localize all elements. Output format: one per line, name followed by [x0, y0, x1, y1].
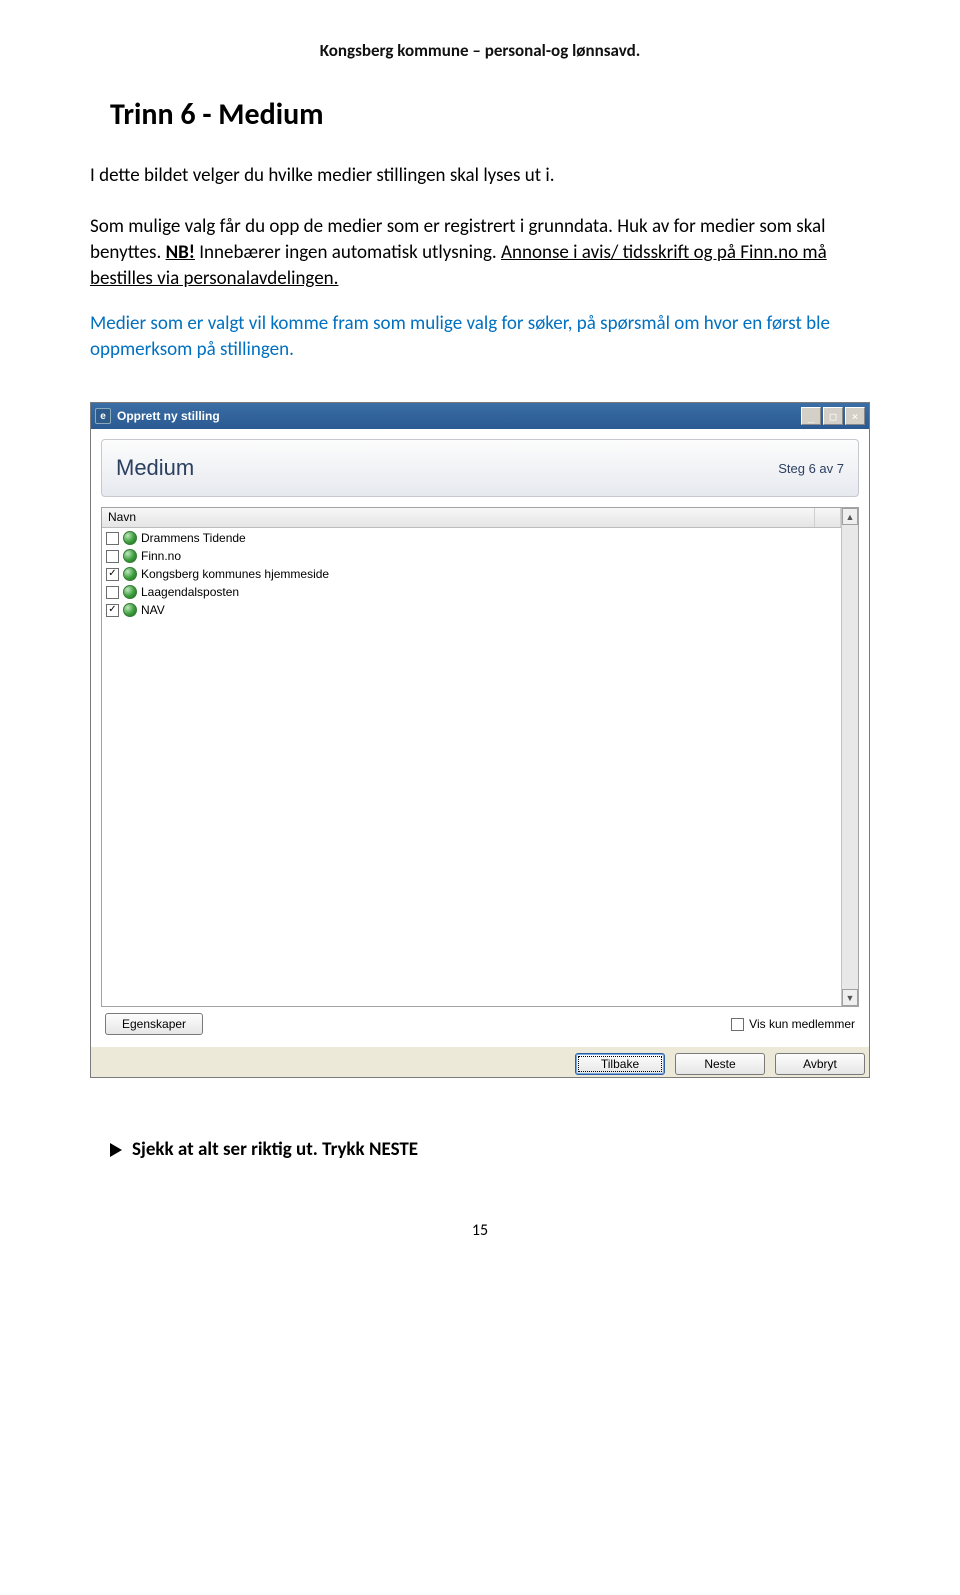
- intro-line-3: Innebærer ingen automatisk utlysning.: [195, 241, 501, 264]
- globe-icon: [123, 585, 137, 599]
- members-only-label: Vis kun medlemmer: [749, 1017, 855, 1031]
- members-only-toggle[interactable]: Vis kun medlemmer: [731, 1017, 855, 1031]
- window-controls: _ □ ×: [801, 407, 865, 425]
- column-navn[interactable]: Navn: [102, 508, 815, 527]
- checkbox[interactable]: [106, 532, 119, 545]
- close-button[interactable]: ×: [845, 407, 865, 425]
- titlebar[interactable]: e Opprett ny stilling _ □ ×: [91, 403, 869, 429]
- item-label: Kongsberg kommunes hjemmeside: [141, 567, 329, 581]
- checkbox[interactable]: [106, 568, 119, 581]
- list-item[interactable]: Laagendalsposten: [102, 583, 841, 601]
- nb-label: NB!: [166, 241, 195, 264]
- banner-step: Steg 6 av 7: [778, 461, 844, 476]
- globe-icon: [123, 549, 137, 563]
- media-list: Navn Drammens Tidende Finn.no: [101, 507, 859, 1007]
- item-label: Finn.no: [141, 549, 181, 563]
- back-button[interactable]: Tilbake: [575, 1053, 665, 1075]
- intro-line-1: I dette bildet velger du hvilke medier s…: [90, 164, 555, 187]
- list-footer: Egenskaper Vis kun medlemmer: [101, 1007, 859, 1039]
- next-button[interactable]: Neste: [675, 1053, 765, 1075]
- list-item[interactable]: Finn.no: [102, 547, 841, 565]
- list-item[interactable]: Kongsberg kommunes hjemmeside: [102, 565, 841, 583]
- step-banner: Medium Steg 6 av 7: [101, 439, 859, 497]
- list-body: Drammens Tidende Finn.no Kongsberg kommu…: [102, 528, 841, 1006]
- globe-icon: [123, 603, 137, 617]
- checkbox[interactable]: [106, 550, 119, 563]
- item-label: NAV: [141, 603, 165, 617]
- window-title: Opprett ny stilling: [117, 409, 801, 423]
- scroll-up-icon[interactable]: ▲: [842, 508, 858, 525]
- item-label: Laagendalsposten: [141, 585, 239, 599]
- checkbox[interactable]: [731, 1018, 744, 1031]
- maximize-button[interactable]: □: [823, 407, 843, 425]
- page-title: Trinn 6 - Medium: [110, 96, 870, 133]
- minimize-button[interactable]: _: [801, 407, 821, 425]
- item-label: Drammens Tidende: [141, 531, 246, 545]
- intro-paragraph: I dette bildet velger du hvilke medier s…: [90, 163, 870, 291]
- chevron-right-icon: [110, 1143, 122, 1157]
- action-bullet: Sjekk at alt ser riktig ut. Trykk NESTE: [110, 1138, 870, 1161]
- note-paragraph: Medier som er valgt vil komme fram som m…: [90, 311, 870, 362]
- column-spacer: [815, 508, 841, 527]
- scrollbar[interactable]: ▲ ▼: [841, 508, 858, 1006]
- checkbox[interactable]: [106, 586, 119, 599]
- globe-icon: [123, 567, 137, 581]
- list-header: Navn: [102, 508, 841, 528]
- window-content: Medium Steg 6 av 7 Navn Drammens Tidende: [91, 429, 869, 1047]
- app-window: e Opprett ny stilling _ □ × Medium Steg …: [90, 402, 870, 1078]
- app-icon: e: [95, 408, 111, 424]
- list-item[interactable]: Drammens Tidende: [102, 529, 841, 547]
- document-header: Kongsberg kommune – personal-og lønnsavd…: [90, 40, 870, 61]
- globe-icon: [123, 531, 137, 545]
- list-item[interactable]: NAV: [102, 601, 841, 619]
- banner-title: Medium: [116, 455, 778, 481]
- cancel-button[interactable]: Avbryt: [775, 1053, 865, 1075]
- bullet-text: Sjekk at alt ser riktig ut. Trykk NESTE: [132, 1138, 418, 1161]
- checkbox[interactable]: [106, 604, 119, 617]
- page-number: 15: [90, 1221, 870, 1240]
- wizard-buttons: Tilbake Neste Avbryt: [91, 1047, 869, 1077]
- properties-button[interactable]: Egenskaper: [105, 1013, 203, 1035]
- scroll-down-icon[interactable]: ▼: [842, 989, 858, 1006]
